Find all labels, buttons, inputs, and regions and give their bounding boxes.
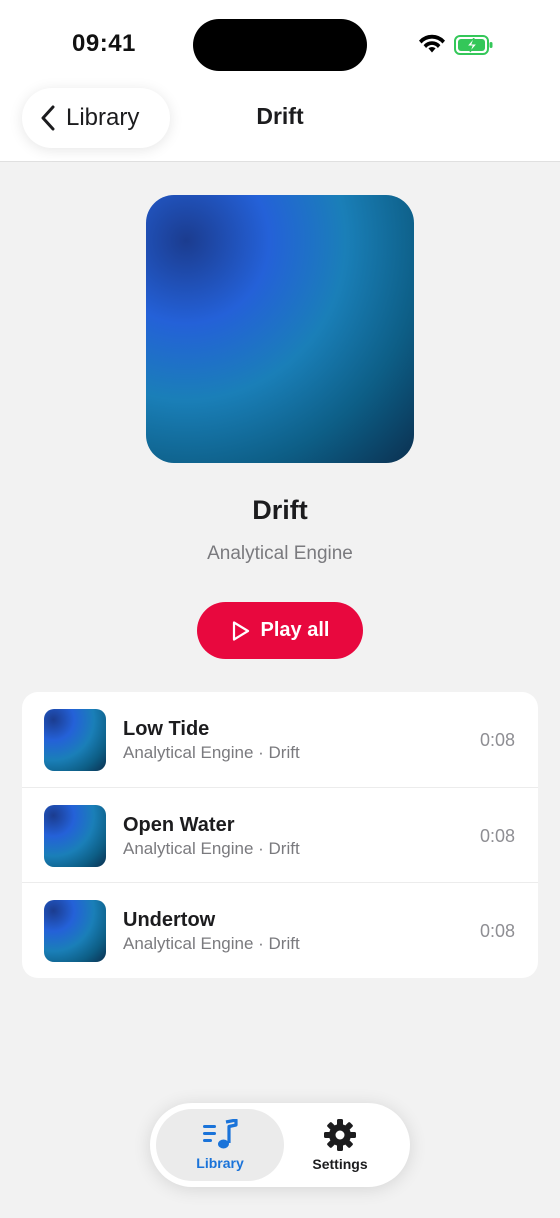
battery-charging-icon <box>454 35 493 55</box>
music-list-icon <box>203 1119 238 1149</box>
tab-library-label: Library <box>196 1155 244 1171</box>
track-artwork <box>44 709 106 771</box>
tab-settings[interactable]: Settings <box>276 1109 404 1181</box>
album-title: Drift <box>252 495 308 525</box>
chevron-left-icon <box>40 104 56 132</box>
track-duration: 0:08 <box>479 826 515 846</box>
album-artist: Analytical Engine <box>207 543 353 564</box>
track-row[interactable]: Open Water Analytical Engine · Drift 0:0… <box>22 787 538 882</box>
track-list: Low Tide Analytical Engine · Drift 0:08 … <box>22 692 538 978</box>
track-duration: 0:08 <box>479 921 515 941</box>
track-artwork <box>44 900 106 962</box>
album-artwork <box>146 195 414 463</box>
album-screen: 09:41 Library Drift Drift Analytical Eng… <box>0 0 560 1218</box>
back-button[interactable]: Library <box>22 88 170 148</box>
track-title: Low Tide <box>123 718 210 740</box>
track-subtitle: Analytical Engine · Drift <box>123 839 300 858</box>
track-artwork <box>44 805 106 867</box>
track-duration: 0:08 <box>479 730 515 750</box>
status-time: 09:41 <box>72 30 136 57</box>
header: 09:41 Library Drift <box>0 0 560 162</box>
dynamic-island <box>193 19 367 71</box>
play-all-button[interactable]: Play all <box>197 602 363 659</box>
play-all-label: Play all <box>260 619 330 641</box>
tab-library[interactable]: Library <box>156 1109 284 1181</box>
track-subtitle: Analytical Engine · Drift <box>123 934 300 953</box>
track-row[interactable]: Undertow Analytical Engine · Drift 0:08 <box>22 882 538 977</box>
gear-icon <box>324 1119 356 1151</box>
track-title: Open Water <box>123 814 235 836</box>
wifi-icon <box>419 34 445 53</box>
play-icon <box>232 620 249 641</box>
back-button-label: Library <box>66 104 140 131</box>
track-title: Undertow <box>123 909 216 931</box>
track-subtitle: Analytical Engine · Drift <box>123 743 300 762</box>
track-row[interactable]: Low Tide Analytical Engine · Drift 0:08 <box>22 692 538 787</box>
tab-bar: Library Settings <box>150 1103 410 1187</box>
tab-settings-label: Settings <box>312 1156 368 1172</box>
